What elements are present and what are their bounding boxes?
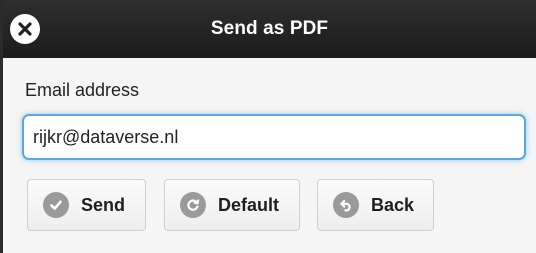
send-button[interactable]: Send: [27, 179, 146, 231]
dialog-titlebar: Send as PDF: [3, 0, 536, 58]
send-pdf-dialog: Send as PDF Email address Send Default B…: [0, 0, 536, 253]
back-arrow-icon: [333, 192, 359, 218]
email-field[interactable]: [22, 114, 526, 160]
back-button[interactable]: Back: [317, 179, 434, 231]
refresh-icon: [180, 192, 206, 218]
back-button-label: Back: [371, 194, 415, 215]
close-button[interactable]: [10, 14, 40, 44]
send-button-label: Send: [81, 194, 126, 215]
close-icon: [18, 22, 32, 36]
dialog-title: Send as PDF: [210, 18, 329, 39]
default-button-label: Default: [218, 194, 280, 215]
check-icon: [43, 192, 69, 218]
default-button[interactable]: Default: [164, 179, 300, 231]
email-label: Email address: [25, 80, 140, 100]
